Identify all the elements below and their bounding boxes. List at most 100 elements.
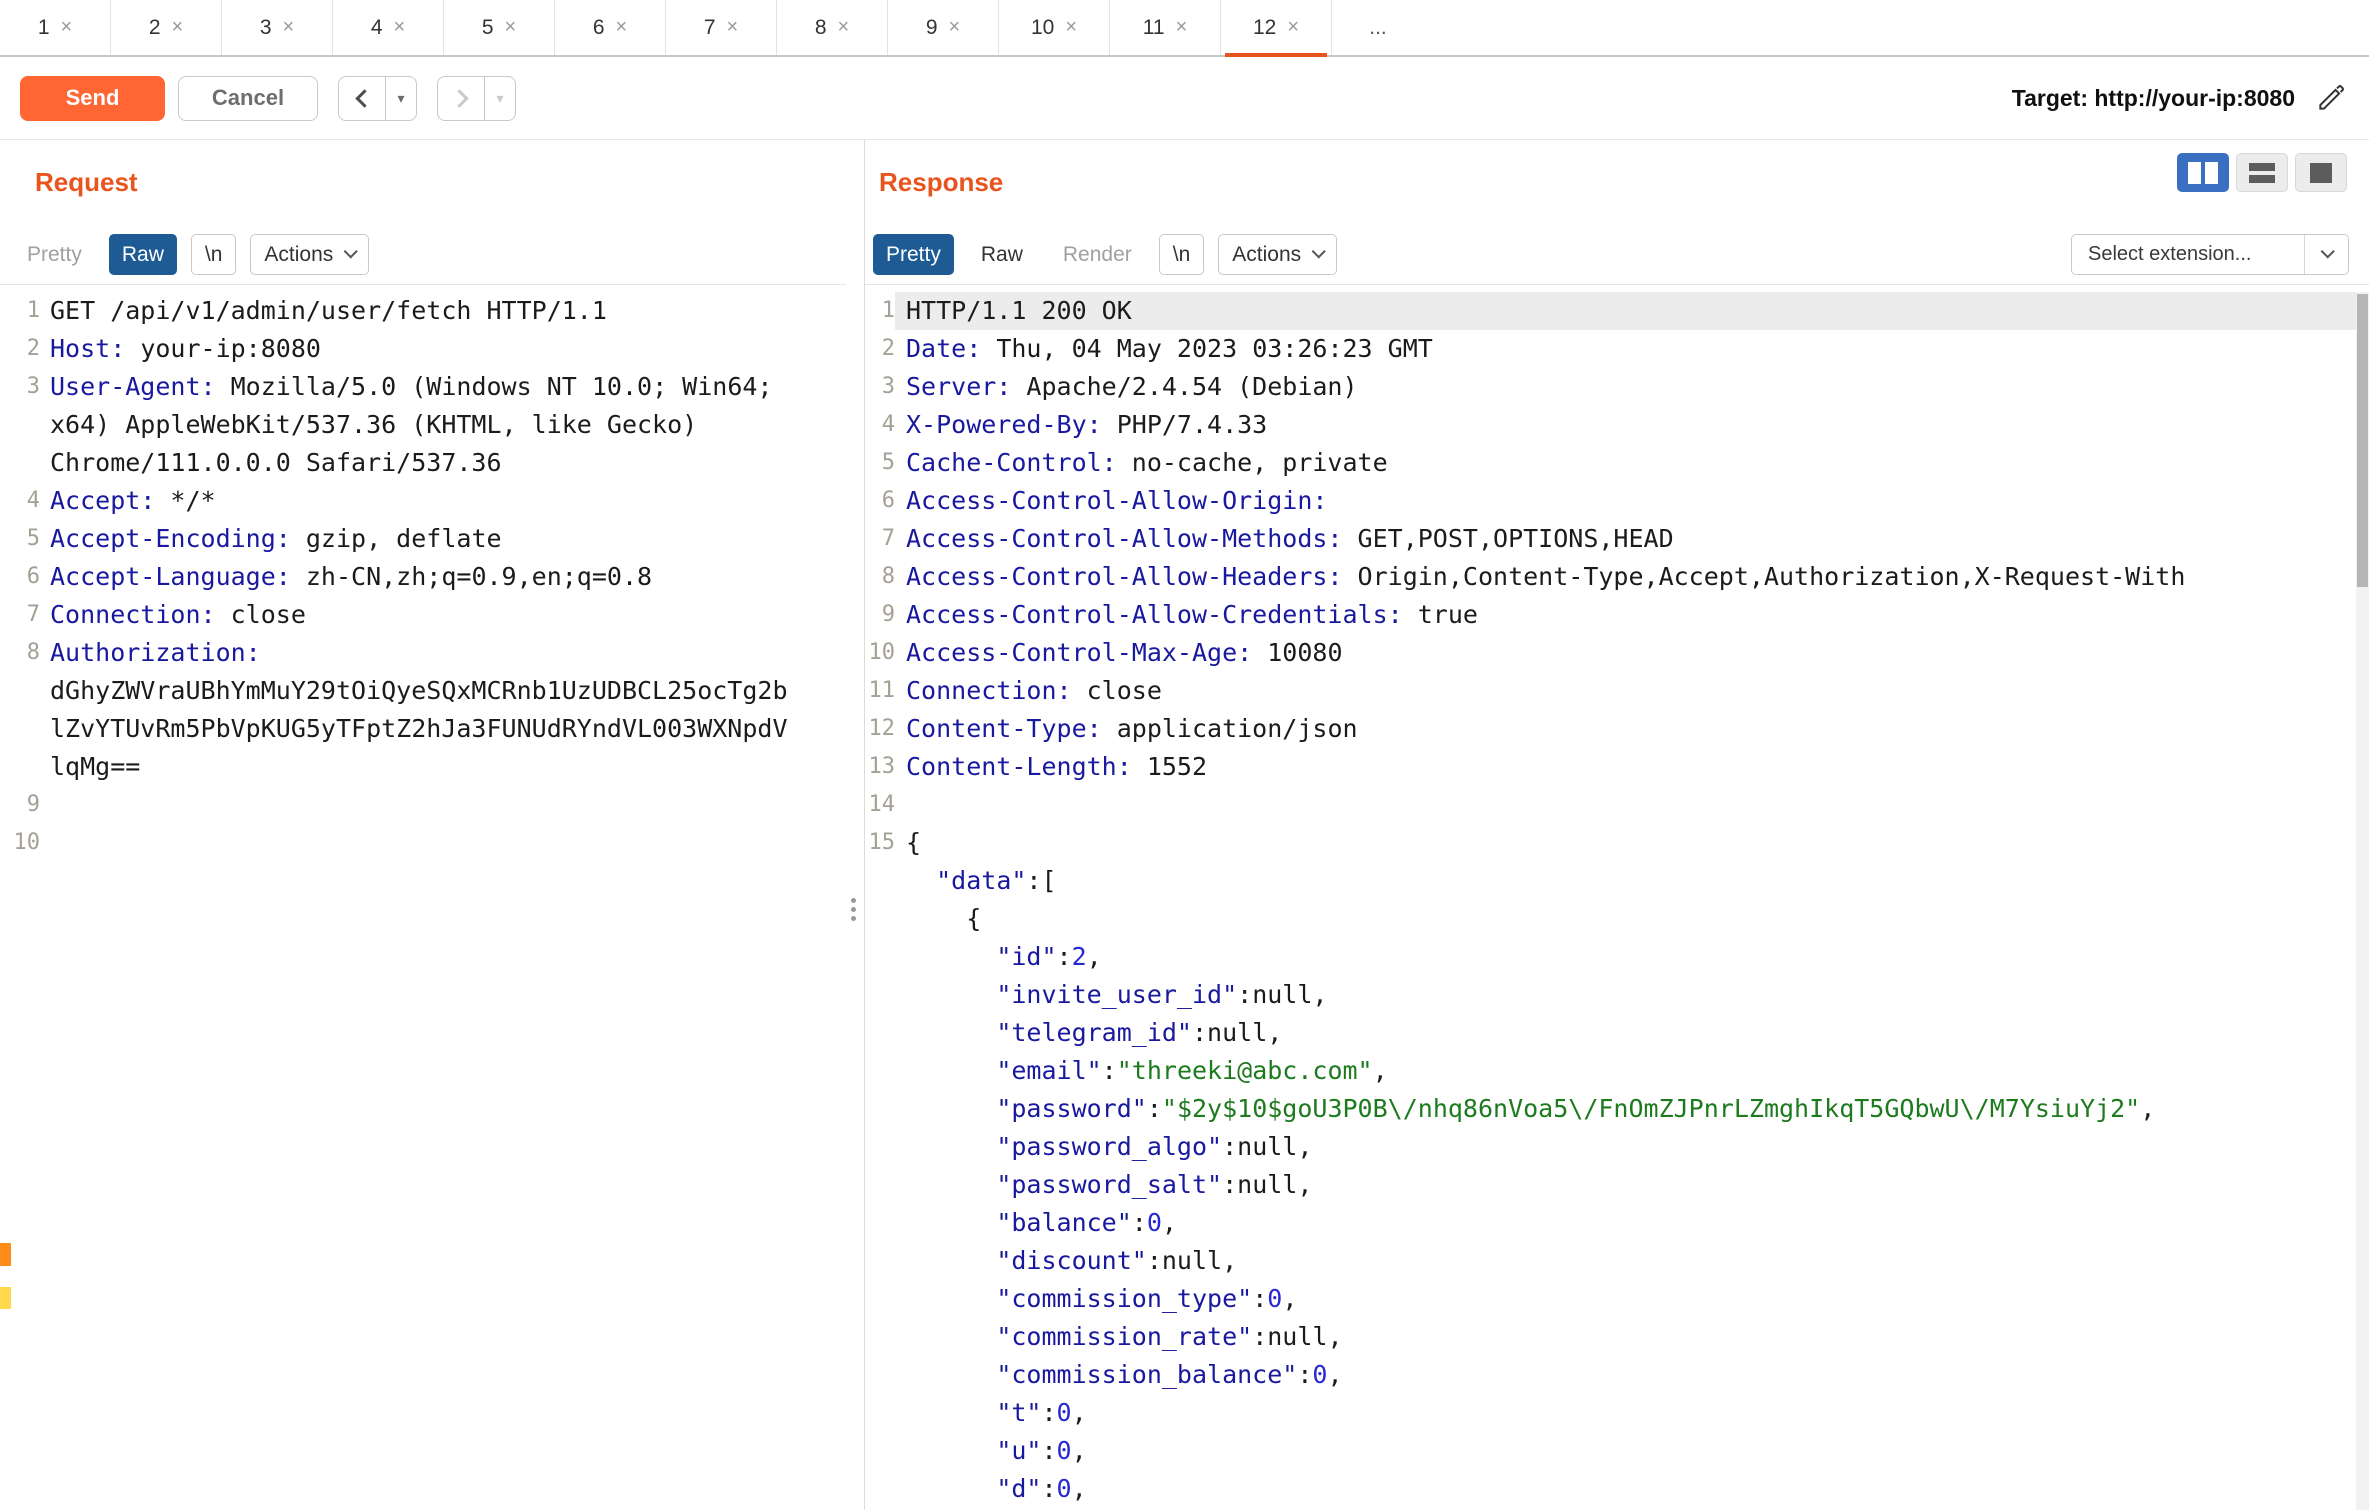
editor-line[interactable]: "t":0, [865, 1394, 2356, 1432]
line-number: 10 [865, 634, 895, 672]
close-icon[interactable]: × [172, 16, 184, 39]
repeater-tab-6[interactable]: 6× [555, 0, 666, 55]
editor-line[interactable]: 5Cache-Control: no-cache, private [865, 444, 2356, 482]
editor-line[interactable]: "telegram_id":null, [865, 1014, 2356, 1052]
repeater-tab-2[interactable]: 2× [111, 0, 222, 55]
triangle-down-icon: ▾ [397, 90, 404, 107]
editor-line[interactable]: 11Connection: close [865, 672, 2356, 710]
close-icon[interactable]: × [616, 16, 628, 39]
close-icon[interactable]: × [61, 16, 73, 39]
editor-line[interactable]: 5Accept-Encoding: gzip, deflate [0, 520, 846, 558]
select-extension-dropdown[interactable]: Select extension... [2071, 234, 2349, 275]
tab-render[interactable]: Render [1050, 234, 1145, 275]
panel-divider[interactable] [846, 140, 864, 1510]
line-number: 2 [0, 330, 40, 368]
editor-line[interactable]: 14 [865, 786, 2356, 824]
panel-resize-grip[interactable] [851, 894, 856, 925]
repeater-tab-10[interactable]: 10× [999, 0, 1110, 55]
editor-line[interactable]: 8Authorization: dGhyZWVraUBhYmMuY29tOiQy… [0, 634, 846, 786]
tab-n[interactable]: \n [1159, 234, 1205, 275]
editor-line[interactable]: 4X-Powered-By: PHP/7.4.33 [865, 406, 2356, 444]
editor-line[interactable]: "invite_user_id":null, [865, 976, 2356, 1014]
editor-line[interactable]: 2Date: Thu, 04 May 2023 03:26:23 GMT [865, 330, 2356, 368]
editor-line[interactable]: 12Content-Type: application/json [865, 710, 2356, 748]
repeater-tab-7[interactable]: 7× [666, 0, 777, 55]
line-number: 4 [865, 406, 895, 444]
editor-line[interactable]: "email":"threeki@abc.com", [865, 1052, 2356, 1090]
scrollbar-thumb[interactable] [2357, 294, 2368, 587]
cancel-button[interactable]: Cancel [178, 76, 318, 121]
close-icon[interactable]: × [1176, 16, 1188, 39]
editor-line[interactable]: "u":0, [865, 1432, 2356, 1470]
single-layout-button[interactable] [2295, 153, 2347, 192]
repeater-tab-3[interactable]: 3× [222, 0, 333, 55]
editor-line[interactable]: 4Accept: */* [0, 482, 846, 520]
back-dropdown[interactable]: ▾ [386, 76, 417, 121]
editor-line[interactable]: 3User-Agent: Mozilla/5.0 (Windows NT 10.… [0, 368, 846, 482]
close-icon[interactable]: × [1287, 16, 1299, 39]
editor-line[interactable]: 7Access-Control-Allow-Methods: GET,POST,… [865, 520, 2356, 558]
editor-line[interactable]: "balance":0, [865, 1204, 2356, 1242]
send-button[interactable]: Send [20, 76, 165, 121]
editor-line[interactable]: 2Host: your-ip:8080 [0, 330, 846, 368]
editor-line[interactable]: "commission_balance":0, [865, 1356, 2356, 1394]
tab-overflow[interactable]: ... [1332, 0, 1424, 55]
close-icon[interactable]: × [838, 16, 850, 39]
editor-line[interactable]: 1GET /api/v1/admin/user/fetch HTTP/1.1 [0, 292, 846, 330]
close-icon[interactable]: × [283, 16, 295, 39]
editor-line[interactable]: "password_salt":null, [865, 1166, 2356, 1204]
editor-line[interactable]: 7Connection: close [0, 596, 846, 634]
repeater-tab-1[interactable]: 1× [0, 0, 111, 55]
back-button[interactable] [338, 76, 386, 121]
tab-raw[interactable]: Raw [968, 234, 1036, 275]
repeater-tab-8[interactable]: 8× [777, 0, 888, 55]
close-icon[interactable]: × [727, 16, 739, 39]
editor-line[interactable]: 9Access-Control-Allow-Credentials: true [865, 596, 2356, 634]
header-separator [865, 284, 2369, 285]
editor-line[interactable]: 15{ [865, 824, 2356, 862]
repeater-tab-11[interactable]: 11× [1110, 0, 1221, 55]
forward-dropdown[interactable]: ▾ [485, 76, 516, 121]
editor-line[interactable]: 9 [0, 786, 846, 824]
response-scrollbar[interactable] [2356, 292, 2369, 1510]
close-icon[interactable]: × [1065, 16, 1077, 39]
tab-raw[interactable]: Raw [109, 234, 177, 275]
pencil-icon[interactable] [2315, 82, 2347, 114]
close-icon[interactable]: × [394, 16, 406, 39]
editor-line[interactable]: "d":0, [865, 1470, 2356, 1508]
tab-actions[interactable]: Actions [250, 234, 369, 275]
editor-line[interactable]: 10 [0, 824, 846, 862]
editor-line[interactable]: 8Access-Control-Allow-Headers: Origin,Co… [865, 558, 2356, 596]
editor-line[interactable]: "password":"$2y$10$goU3P0B\/nhq86nVoa5\/… [865, 1090, 2356, 1128]
close-icon[interactable]: × [505, 16, 517, 39]
request-editor[interactable]: 1GET /api/v1/admin/user/fetch HTTP/1.12H… [0, 292, 846, 1510]
editor-line[interactable]: 1HTTP/1.1 200 OK [865, 292, 2356, 330]
repeater-tab-9[interactable]: 9× [888, 0, 999, 55]
tab-actions[interactable]: Actions [1218, 234, 1337, 275]
close-icon[interactable]: × [949, 16, 961, 39]
tab-n[interactable]: \n [191, 234, 237, 275]
repeater-tab-5[interactable]: 5× [444, 0, 555, 55]
editor-line[interactable]: 13Content-Length: 1552 [865, 748, 2356, 786]
editor-line[interactable]: "password_algo":null, [865, 1128, 2356, 1166]
editor-line[interactable]: 10Access-Control-Max-Age: 10080 [865, 634, 2356, 672]
editor-line[interactable]: 6Access-Control-Allow-Origin: [865, 482, 2356, 520]
columns-layout-button[interactable] [2177, 153, 2229, 192]
editor-line[interactable]: 6Accept-Language: zh-CN,zh;q=0.9,en;q=0.… [0, 558, 846, 596]
editor-line[interactable]: "data":[ [865, 862, 2356, 900]
forward-button[interactable] [437, 76, 485, 121]
repeater-tab-bar: 1×2×3×4×5×6×7×8×9×10×11×12×... [0, 0, 2369, 57]
editor-line[interactable]: { [865, 900, 2356, 938]
tab-pretty[interactable]: Pretty [14, 234, 95, 275]
editor-line[interactable]: "id":2, [865, 938, 2356, 976]
rows-layout-button[interactable] [2236, 153, 2288, 192]
editor-line[interactable]: 3Server: Apache/2.4.54 (Debian) [865, 368, 2356, 406]
editor-line[interactable]: "commission_rate":null, [865, 1318, 2356, 1356]
tab-raw-label: Raw [981, 243, 1023, 267]
tab-pretty[interactable]: Pretty [873, 234, 954, 275]
repeater-tab-12[interactable]: 12× [1221, 0, 1332, 55]
response-editor[interactable]: 1HTTP/1.1 200 OK2Date: Thu, 04 May 2023 … [865, 292, 2356, 1510]
editor-line[interactable]: "discount":null, [865, 1242, 2356, 1280]
editor-line[interactable]: "commission_type":0, [865, 1280, 2356, 1318]
repeater-tab-4[interactable]: 4× [333, 0, 444, 55]
